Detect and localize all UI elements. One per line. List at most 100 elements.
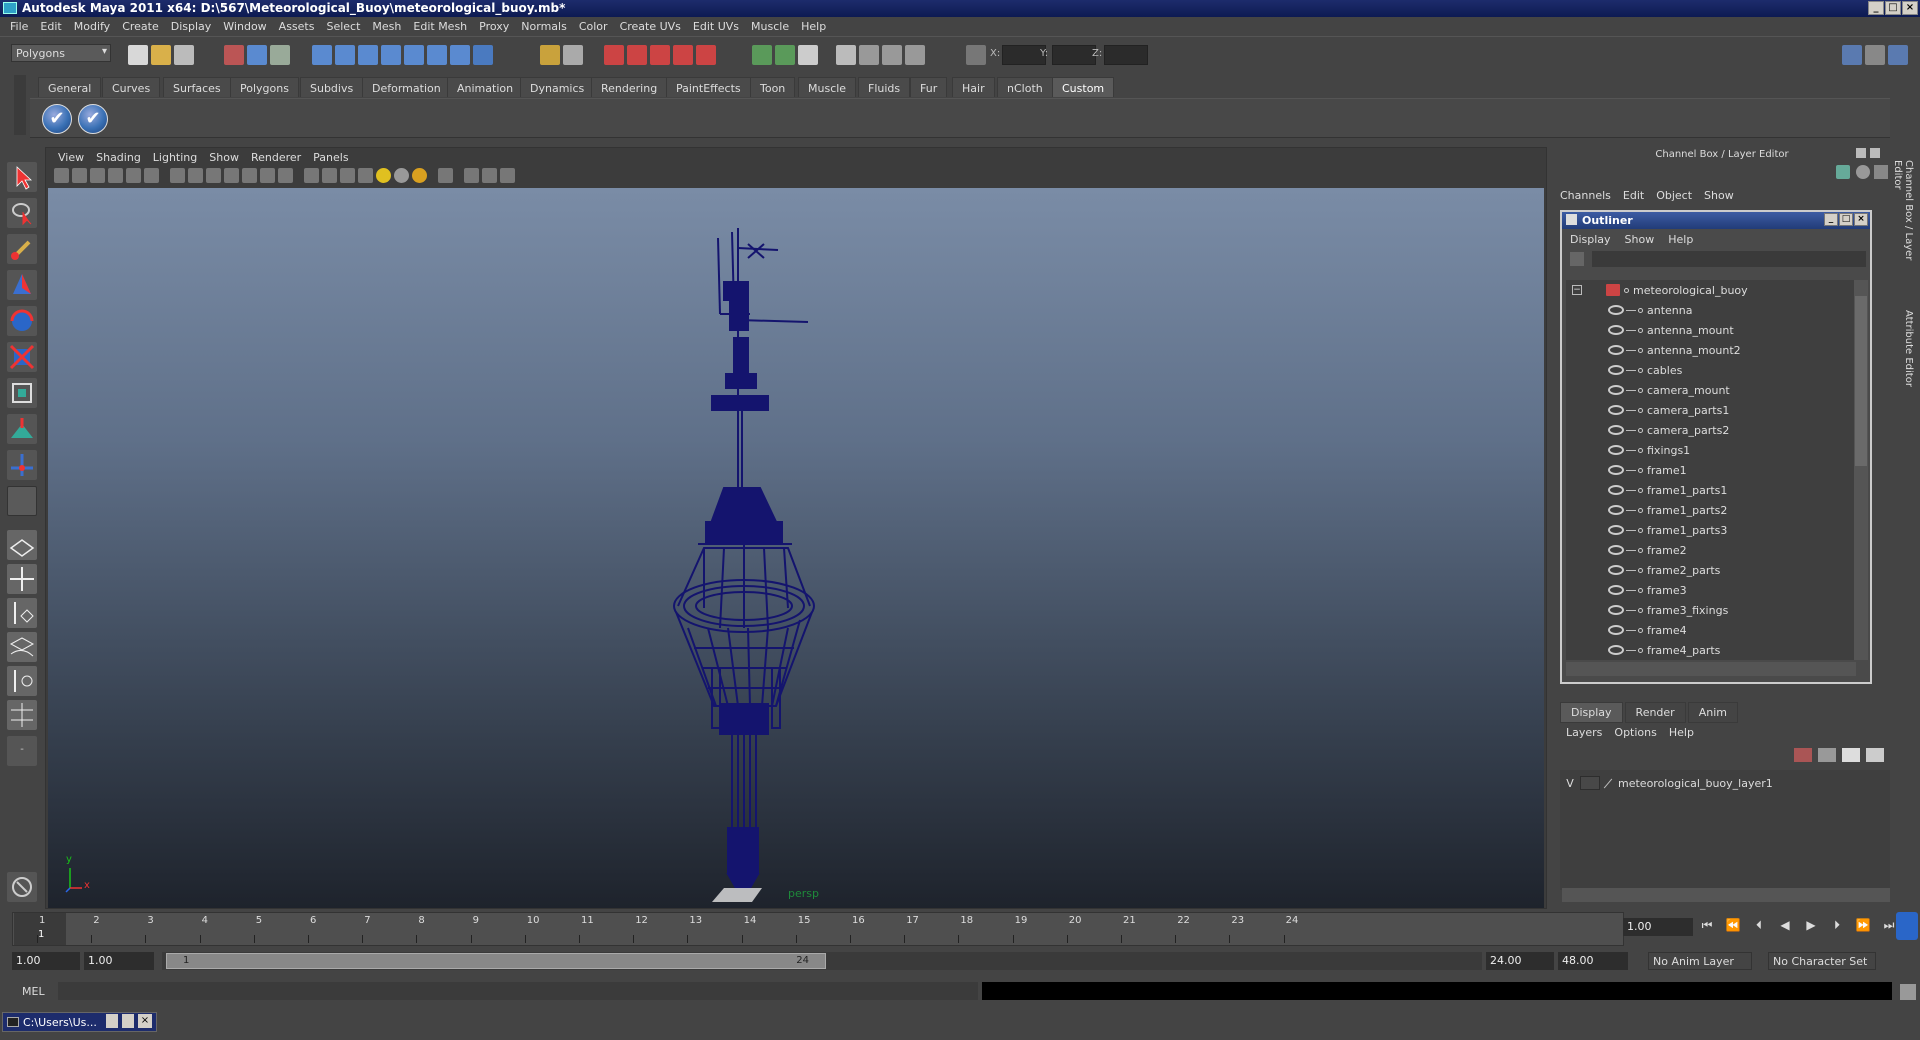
layer-visibility-toggle[interactable]: V (1560, 777, 1580, 790)
shelf-tab-muscle[interactable]: Muscle (798, 77, 857, 97)
menu-select[interactable]: Select (320, 17, 366, 36)
outliner-item[interactable]: frame1_parts3 (1566, 520, 1854, 540)
outliner-item[interactable]: antenna_mount2 (1566, 340, 1854, 360)
check-icon[interactable]: ✔ (78, 104, 108, 134)
select-component-icon[interactable] (270, 45, 290, 65)
output-ops-icon[interactable] (775, 45, 795, 65)
move-layer-down-icon[interactable] (1818, 748, 1836, 762)
outliner-vscroll-thumb[interactable] (1855, 296, 1867, 466)
layer-tab-display[interactable]: Display (1560, 702, 1623, 723)
end-time-field[interactable]: 48.00 (1558, 952, 1628, 970)
channel-box-menu-edit[interactable]: Edit (1623, 189, 1644, 202)
grease-pencil-icon[interactable] (144, 168, 159, 183)
single-perspective-layout-icon[interactable] (7, 530, 37, 560)
use-default-lighting-icon[interactable] (376, 168, 391, 183)
menu-create-uvs[interactable]: Create UVs (614, 17, 687, 36)
layer-menu-options[interactable]: Options (1614, 726, 1656, 739)
shelf-tab-polygons[interactable]: Polygons (230, 77, 299, 97)
soft-modification-icon[interactable] (7, 414, 37, 444)
resolution-gate-icon[interactable] (206, 168, 221, 183)
four-view-layout-icon[interactable] (7, 564, 37, 594)
persp-graph-layout-icon[interactable] (7, 632, 37, 662)
menu-muscle[interactable]: Muscle (745, 17, 795, 36)
shelf-tab-subdivs[interactable]: Subdivs (300, 77, 364, 97)
minimize-button[interactable]: _ (1868, 1, 1884, 15)
outliner-item[interactable]: frame1_parts1 (1566, 480, 1854, 500)
mask-dynamics-icon[interactable] (427, 45, 447, 65)
menu-create[interactable]: Create (116, 17, 165, 36)
play-forwards-icon[interactable]: ▶ (1802, 918, 1820, 933)
shelf-tab-deformation[interactable]: Deformation (362, 77, 451, 97)
menu-color[interactable]: Color (573, 17, 614, 36)
paint-select-tool-icon[interactable] (7, 234, 37, 264)
maximize-button[interactable]: □ (1885, 1, 1901, 15)
channel-box-toggle-icon[interactable] (1836, 165, 1850, 179)
input-field-mode-icon[interactable] (966, 45, 986, 65)
time-slider[interactable]: 1 1 2 3 4 5 6 7 8 9 10 11 12 13 14 15 16 17 18 19 20 21 22 23 2… (12, 912, 1624, 946)
menu-modify[interactable]: Modify (68, 17, 116, 36)
layer-tab-render[interactable]: Render (1624, 702, 1686, 723)
shelf-tab-dynamics[interactable]: Dynamics (520, 77, 595, 97)
textured-icon[interactable] (358, 168, 373, 183)
close-button[interactable]: × (1902, 1, 1918, 15)
panel-menu-view[interactable]: View (54, 148, 92, 166)
script-editor-icon[interactable] (7, 872, 37, 902)
toggle-attribute-editor-icon[interactable] (1842, 45, 1862, 65)
playback-start-field[interactable]: 1.00 (84, 952, 154, 970)
smooth-shade-icon[interactable] (322, 168, 337, 183)
collapse-icon[interactable]: − (1572, 285, 1582, 295)
menu-help[interactable]: Help (795, 17, 832, 36)
side-tab-attribute-editor[interactable]: Attribute Editor (1900, 310, 1914, 390)
script-editor-button-icon[interactable] (1900, 984, 1916, 1000)
playback-end-field[interactable]: 24.00 (1486, 952, 1554, 970)
layer-tab-anim[interactable]: Anim (1687, 702, 1738, 723)
outliner-item[interactable]: frame4 (1566, 620, 1854, 640)
channel-box-menu-show[interactable]: Show (1704, 189, 1734, 202)
layer-type-toggle[interactable] (1580, 776, 1600, 790)
layer-menu-layers[interactable]: Layers (1566, 726, 1602, 739)
shelf-tab-surfaces[interactable]: Surfaces (163, 77, 231, 97)
menu-edit-uvs[interactable]: Edit UVs (687, 17, 745, 36)
shelf-tab-curves[interactable]: Curves (102, 77, 161, 97)
panel-menu-panels[interactable]: Panels (309, 148, 356, 166)
shadows-icon[interactable] (412, 168, 427, 183)
restore-window-icon[interactable] (106, 1014, 118, 1028)
lock-selection-icon[interactable] (540, 45, 560, 65)
z-field[interactable] (1104, 45, 1148, 65)
grid-icon[interactable] (170, 168, 185, 183)
create-empty-layer-icon[interactable] (1842, 748, 1860, 762)
go-to-start-icon[interactable]: ⏮ (1698, 918, 1716, 933)
layer-name[interactable]: meteorological_buoy_layer1 (1618, 777, 1773, 790)
shelf-tab-rendering[interactable]: Rendering (591, 77, 668, 97)
panel-menu-shading[interactable]: Shading (92, 148, 149, 166)
hypershade-persp-layout-icon[interactable] (7, 666, 37, 696)
construction-history-icon[interactable] (798, 45, 818, 65)
image-plane-icon[interactable] (108, 168, 123, 183)
outliner-maximize-button[interactable]: □ (1839, 213, 1853, 226)
menu-display[interactable]: Display (165, 17, 218, 36)
outliner-item[interactable]: fixings1 (1566, 440, 1854, 460)
panel-menu-lighting[interactable]: Lighting (149, 148, 205, 166)
outliner-item[interactable]: camera_parts1 (1566, 400, 1854, 420)
range-slider-thumb[interactable]: 1 24 (166, 953, 826, 969)
close-window-icon[interactable]: × (138, 1014, 152, 1028)
menu-set-dropdown[interactable]: Polygons (11, 44, 111, 62)
menu-proxy[interactable]: Proxy (473, 17, 515, 36)
safe-action-icon[interactable] (260, 168, 275, 183)
y-field[interactable] (1052, 45, 1096, 65)
highlight-selection-icon[interactable] (563, 45, 583, 65)
outliner-close-button[interactable]: × (1854, 213, 1868, 226)
film-gate-icon[interactable] (188, 168, 203, 183)
outliner-item[interactable]: frame3 (1566, 580, 1854, 600)
select-camera-icon[interactable] (54, 168, 69, 183)
snap-point-icon[interactable] (650, 45, 670, 65)
camera-attributes-icon[interactable] (72, 168, 87, 183)
channel-box-menu-channels[interactable]: Channels (1560, 189, 1611, 202)
render-settings-icon[interactable] (905, 45, 925, 65)
current-time-field[interactable]: 1.00 (1623, 918, 1693, 936)
side-tab-channel-box[interactable]: Channel Box / Layer Editor (1892, 160, 1914, 290)
channel-box-menu-object[interactable]: Object (1656, 189, 1692, 202)
select-hierarchy-icon[interactable] (224, 45, 244, 65)
save-scene-icon[interactable] (174, 45, 194, 65)
input-ops-icon[interactable] (752, 45, 772, 65)
